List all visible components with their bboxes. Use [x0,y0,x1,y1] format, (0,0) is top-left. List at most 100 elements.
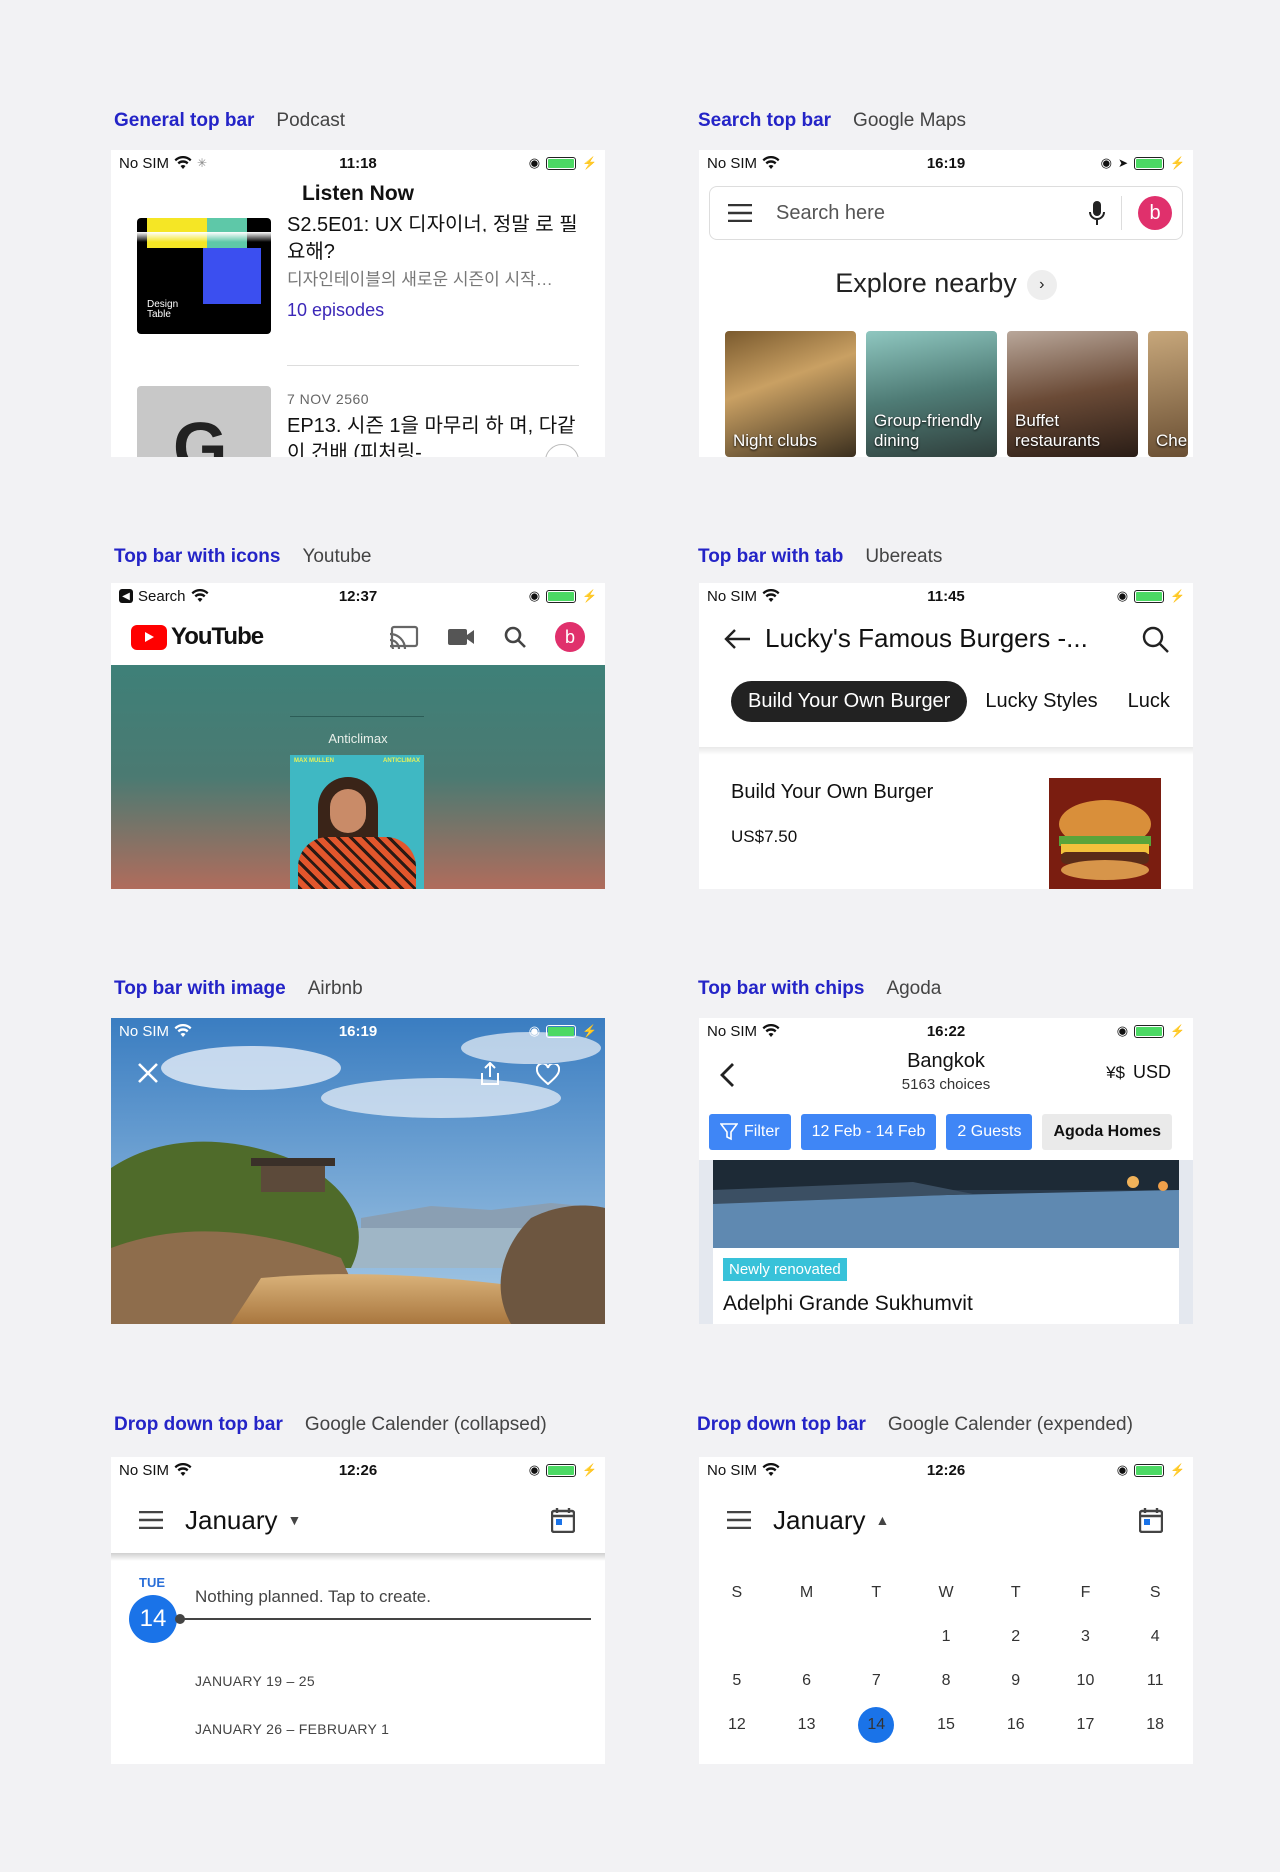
share-icon[interactable] [479,1062,501,1086]
day-cell[interactable]: 18 [1120,1716,1190,1734]
carrier-label: No SIM [707,1461,758,1479]
calendar-today-icon[interactable] [1139,1507,1163,1533]
hotel-name[interactable]: Adelphi Grande Sukhumvit [723,1292,973,1316]
video-player[interactable]: Anticlimax MAX MULLEN ANTICLIMAX [111,665,605,889]
status-bar: No SIM 11:45 ◉ ⚡ [699,583,1193,609]
day-cell[interactable]: 5 [702,1672,772,1690]
explore-card[interactable]: Che for g [1148,331,1188,457]
menu-item-title[interactable]: Build Your Own Burger [731,781,933,804]
day-cell[interactable]: 6 [772,1672,842,1690]
day-cell[interactable]: 7 [841,1672,911,1690]
episode-item[interactable]: G 7 NOV 2560 EP13. 시즌 1을 마무리 하 며, 다같이 건배… [137,386,579,457]
video-rule [290,716,424,717]
status-badge: Newly renovated [723,1258,847,1281]
today-badge[interactable]: 14 [129,1595,177,1643]
hotel-card[interactable]: Newly renovated Adelphi Grande Sukhumvit [713,1160,1179,1324]
day-cell[interactable]: 2 [981,1628,1051,1646]
charging-icon: ⚡ [582,1463,597,1477]
lock-rotation-icon: ◉ [528,588,541,603]
search-icon[interactable] [503,625,527,649]
tab-next[interactable]: Luck [1128,690,1170,713]
day-cell[interactable]: 10 [1051,1672,1121,1690]
menu-icon[interactable] [727,1511,751,1529]
filter-icon [720,1123,738,1141]
carrier-label[interactable]: Search [138,588,186,605]
card-label: Che for g [1156,431,1188,450]
today-badge[interactable]: 14 [858,1707,895,1743]
day-of-week: TUE [139,1575,165,1590]
episode-date: 7 NOV 2560 [287,391,370,407]
caption-kind: Drop down top bar [697,1414,866,1435]
month-label: January [773,1504,866,1535]
card-label: Night clubs [733,431,818,450]
now-line [179,1618,591,1620]
empty-day-message[interactable]: Nothing planned. Tap to create. [195,1587,431,1607]
search-icon[interactable] [1141,625,1169,653]
menu-icon[interactable] [139,1511,163,1529]
week-header[interactable]: JANUARY 19 – 25 [195,1673,315,1689]
wifi-icon [174,1463,192,1476]
currency-label: USD [1132,1062,1171,1082]
cast-icon[interactable] [389,625,419,649]
microphone-icon[interactable] [1089,200,1105,226]
listing-photo[interactable] [111,1018,605,1324]
burger-image[interactable] [1049,778,1161,889]
close-icon[interactable] [137,1062,159,1084]
caption-app: Ubereats [865,546,943,567]
search-placeholder[interactable]: Search here [776,202,1073,225]
hotel-photo [713,1160,1179,1248]
day-cell[interactable]: 8 [911,1672,981,1690]
guests-chip[interactable]: 2 Guests [946,1114,1033,1150]
day-cell[interactable]: 9 [981,1672,1051,1690]
agoda-homes-chip[interactable]: Agoda Homes [1042,1114,1173,1150]
day-cell[interactable]: 3 [1051,1628,1121,1646]
day-cell[interactable]: 1 [911,1628,981,1646]
youtube-logo[interactable]: YouTube [131,623,389,651]
heart-icon[interactable] [536,1064,560,1085]
calendar-today-icon[interactable] [551,1507,575,1533]
tab-lucky-styles[interactable]: Lucky Styles [985,690,1097,713]
day-cell[interactable]: 4 [1120,1628,1190,1646]
video-camera-icon[interactable] [447,628,475,646]
back-to-search-icon[interactable]: ◀ [119,589,133,603]
caption-kind: Top bar with image [114,978,286,999]
dates-chip[interactable]: 12 Feb - 14 Feb [800,1114,937,1150]
week-header[interactable]: JANUARY 26 – FEBRUARY 1 [195,1721,389,1737]
status-time: 11:18 [339,154,377,172]
status-time: 11:45 [927,587,965,605]
day-cell[interactable]: 15 [911,1716,981,1734]
currency-selector[interactable]: ¥$ USD [1106,1062,1171,1083]
explore-card[interactable]: Night clubs [725,331,856,457]
explore-nearby-header[interactable]: Explore nearby › [699,268,1193,300]
weekday-label: T [1010,1584,1021,1601]
explore-card[interactable]: Group-friendly dining [866,331,997,457]
chevron-right-icon[interactable]: › [1026,269,1057,300]
day-cell[interactable]: 17 [1051,1716,1121,1734]
explore-card[interactable]: Buffet restaurants [1007,331,1138,457]
tab-build-your-own-burger[interactable]: Build Your Own Burger [731,681,968,722]
day-cell[interactable]: 13 [772,1716,842,1734]
avatar[interactable]: b [555,622,585,652]
cover-title: ANTICLIMAX [383,758,420,764]
filter-chip[interactable]: Filter [709,1114,791,1150]
search-bar[interactable]: Search here b [709,186,1183,240]
month-dropdown[interactable]: January ▲ [773,1505,1117,1536]
divider [287,365,579,366]
logo-text: YouTube [171,623,264,650]
avatar[interactable]: b [1138,196,1172,230]
cover-artist: MAX MULLEN [294,758,334,764]
charging-icon: ⚡ [1170,1463,1185,1477]
episode-title: EP13. 시즌 1을 마무리 하 며, 다같이 건배 (피처링- [287,415,576,457]
lock-rotation-icon: ◉ [1116,1462,1129,1477]
section-drop-down-expanded: Drop down top bar Google Calender (expend… [697,1414,1191,1436]
section-top-bar-with-icons: Top bar with icons Youtube [114,546,608,568]
day-cell[interactable]: 14 [841,1707,911,1743]
back-arrow-icon[interactable] [723,628,751,650]
menu-icon[interactable] [728,204,752,222]
month-dropdown[interactable]: January ▼ [185,1505,529,1536]
episodes-link[interactable]: 10 episodes [287,297,579,324]
day-cell[interactable]: 11 [1120,1672,1190,1690]
day-cell[interactable]: 16 [981,1716,1051,1734]
status-bar: No SIM 12:26 ◉ ⚡ [111,1457,605,1483]
day-cell[interactable]: 12 [702,1716,772,1734]
